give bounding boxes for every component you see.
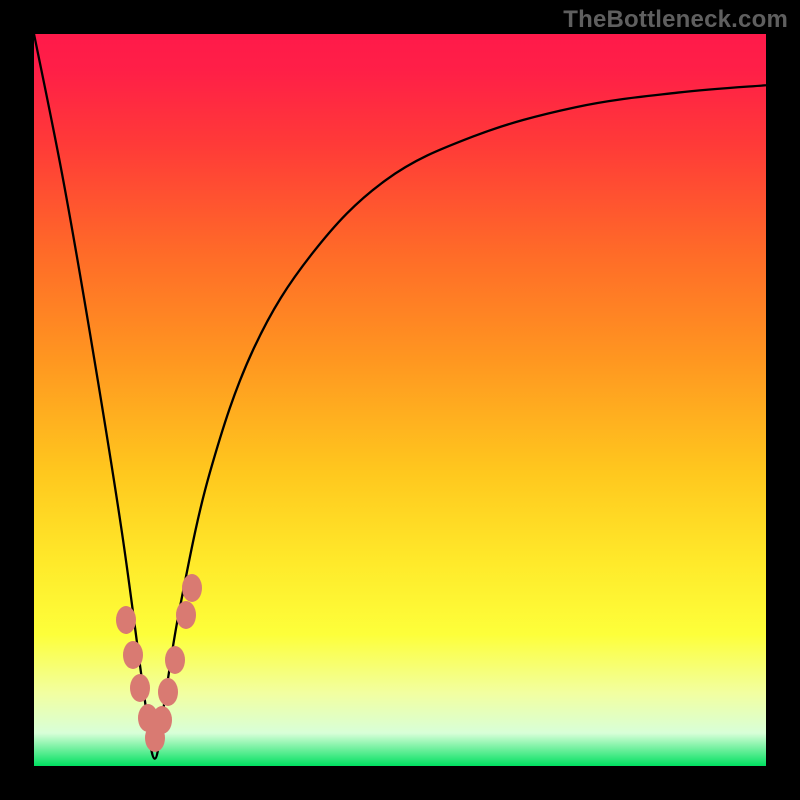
marker-bead — [116, 606, 136, 634]
marker-bead — [165, 646, 185, 674]
marker-bead — [123, 641, 143, 669]
watermark-text: TheBottleneck.com — [563, 6, 788, 34]
marker-bead — [176, 601, 196, 629]
marker-bead — [182, 574, 202, 602]
bottleneck-chart — [0, 0, 800, 800]
marker-bead — [152, 706, 172, 734]
marker-bead — [130, 674, 150, 702]
marker-bead — [158, 678, 178, 706]
plot-area — [34, 34, 766, 766]
